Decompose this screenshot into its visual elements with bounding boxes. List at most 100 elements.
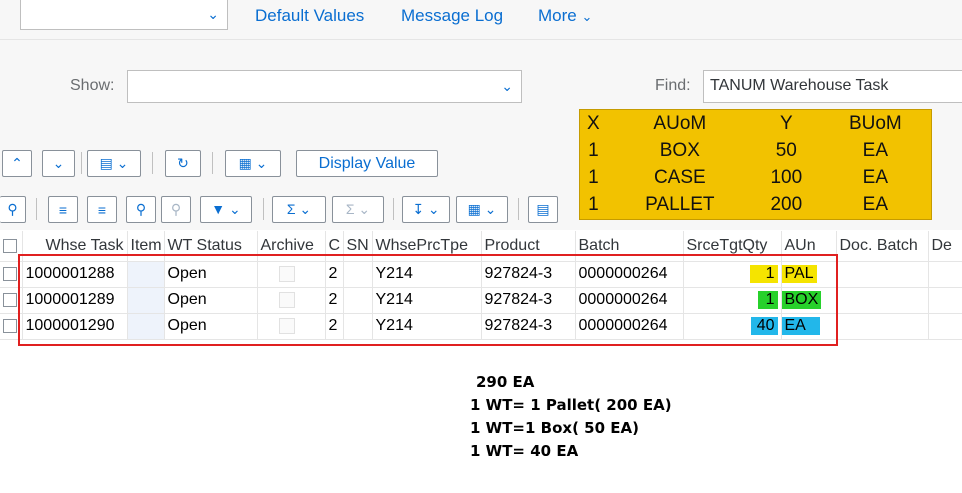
sort-descending-button[interactable]: ≡ xyxy=(87,196,117,223)
archive-cell xyxy=(257,261,326,288)
row-checkbox[interactable] xyxy=(3,292,17,307)
separator xyxy=(263,198,264,220)
sn-cell xyxy=(343,313,373,340)
export-menu-button[interactable]: ↧ ⌄ xyxy=(402,196,450,223)
refresh-icon: ↻ xyxy=(177,155,189,171)
whse-task-cell[interactable]: 1000001290 xyxy=(22,313,128,340)
column-header[interactable]: AUn xyxy=(781,231,837,262)
note-line: 290 EA xyxy=(476,373,535,391)
display-value-button[interactable]: Display Value xyxy=(296,150,438,177)
item-cell xyxy=(127,287,165,314)
aun-cell: BOX xyxy=(781,287,837,314)
table-settings-icon: ▦ ⌄ xyxy=(467,201,497,217)
column-header[interactable]: Item xyxy=(127,231,165,262)
sort-ascending-button[interactable]: ≡ xyxy=(48,196,78,223)
qty-cell: 1 xyxy=(683,261,782,288)
column-header[interactable]: WT Status xyxy=(164,231,258,262)
column-header[interactable]: Whse Task xyxy=(22,231,128,262)
archive-cell xyxy=(257,313,326,340)
column-header[interactable]: WhsePrcTpe xyxy=(372,231,482,262)
whse-task-cell[interactable]: 1000001288 xyxy=(22,261,128,288)
show-select[interactable]: ⌄ xyxy=(127,70,522,103)
table-row[interactable]: 1000001290 Open 2 Y214 927824-3 00000002… xyxy=(0,313,962,340)
sum-icon: Σ ⌄ xyxy=(286,201,312,217)
print-preview-icon: ▤ xyxy=(536,201,550,217)
select-all-cell[interactable] xyxy=(0,231,23,262)
whse-task-cell[interactable]: 1000001289 xyxy=(22,287,128,314)
aun-cell: EA xyxy=(781,313,837,340)
product-cell: 927824-3 xyxy=(481,313,576,340)
de-cell xyxy=(928,287,962,314)
print-preview-button[interactable]: ▤ xyxy=(528,196,558,223)
total-menu-button[interactable]: Σ ⌄ xyxy=(272,196,326,223)
row-checkbox[interactable] xyxy=(3,318,17,333)
select-all-checkbox[interactable] xyxy=(3,238,17,253)
batch-cell: 0000000264 xyxy=(575,313,684,340)
row-select-cell[interactable] xyxy=(0,287,23,314)
layout-icon: ▤ ⌄ xyxy=(99,155,129,171)
chevron-down-icon: ⌄ xyxy=(501,78,513,94)
sn-cell xyxy=(343,287,373,314)
separator xyxy=(393,198,394,220)
archive-checkbox xyxy=(278,317,295,334)
legend-cell: 200 xyxy=(770,193,803,215)
column-header[interactable]: Product xyxy=(481,231,576,262)
column-header[interactable]: SrceTgtQty xyxy=(683,231,782,262)
legend-cell: 1 xyxy=(588,139,599,161)
table-row[interactable]: 1000001288 Open 2 Y214 927824-3 00000002… xyxy=(0,261,962,288)
legend-header: X xyxy=(587,112,600,134)
legend-cell: 100 xyxy=(770,166,803,188)
details-menu-button[interactable]: ▦ ⌄ xyxy=(225,150,281,177)
column-header[interactable]: De xyxy=(928,231,962,262)
archive-checkbox xyxy=(278,291,295,308)
uom-conversion-legend: X AUoM Y BUoM 1 BOX 50 EA 1 CASE 100 EA … xyxy=(579,109,932,220)
doc-batch-cell xyxy=(836,287,929,314)
zoom-button[interactable]: ⚲ xyxy=(0,196,26,223)
aun-cell: PAL xyxy=(781,261,837,288)
row-select-cell[interactable] xyxy=(0,261,23,288)
find-button[interactable]: ⚲ xyxy=(126,196,156,223)
row-select-cell[interactable] xyxy=(0,313,23,340)
c-cell: 2 xyxy=(325,313,344,340)
separator xyxy=(212,152,213,174)
status-cell: Open xyxy=(164,261,258,288)
search-next-icon: ⚲ xyxy=(170,201,182,217)
qty-value: 1 xyxy=(757,291,778,309)
sn-cell xyxy=(343,261,373,288)
legend-header: BUoM xyxy=(848,112,902,134)
table-row[interactable]: 1000001289 Open 2 Y214 927824-3 00000002… xyxy=(0,287,962,314)
row-checkbox[interactable] xyxy=(3,266,17,281)
find-next-button[interactable]: ⚲ xyxy=(161,196,191,223)
filter-menu-button[interactable]: ▼ ⌄ xyxy=(200,196,252,223)
legend-cell: 1 xyxy=(588,193,599,215)
sort-descending-icon: ≡ xyxy=(97,201,107,218)
refresh-button[interactable]: ↻ xyxy=(165,150,201,177)
download-icon: ↧ ⌄ xyxy=(412,201,440,217)
column-header[interactable]: Batch xyxy=(575,231,684,262)
column-header[interactable]: Archive xyxy=(257,231,326,262)
separator xyxy=(81,152,82,174)
message-log-link[interactable]: Message Log xyxy=(401,6,503,26)
find-input[interactable]: TANUM Warehouse Task xyxy=(703,70,962,103)
status-cell: Open xyxy=(164,313,258,340)
column-header[interactable]: SN xyxy=(343,231,373,262)
item-cell xyxy=(127,261,165,288)
column-header[interactable]: Doc. Batch xyxy=(836,231,929,262)
details-icon: ▦ ⌄ xyxy=(238,155,268,171)
column-header[interactable]: C xyxy=(325,231,344,262)
default-values-link[interactable]: Default Values xyxy=(255,6,364,26)
product-cell: 927824-3 xyxy=(481,287,576,314)
scroll-up-button[interactable]: ⌃ xyxy=(2,150,32,177)
sort-ascending-icon: ≡ xyxy=(58,201,68,218)
settings-menu-button[interactable]: ▦ ⌄ xyxy=(456,196,508,223)
variant-select[interactable]: ⌄ xyxy=(20,0,228,30)
more-menu[interactable]: More ⌄ xyxy=(538,6,592,26)
magnifier-icon: ⚲ xyxy=(7,201,18,217)
subtotal-menu-button[interactable]: Σ ⌄ xyxy=(332,196,384,223)
subtotal-icon: Σ ⌄ xyxy=(345,201,371,217)
scroll-down-button[interactable]: ⌄ xyxy=(42,150,75,177)
legend-cell: 1 xyxy=(588,166,599,188)
layout-menu-button[interactable]: ▤ ⌄ xyxy=(87,150,141,177)
de-cell xyxy=(928,261,962,288)
aun-value: EA xyxy=(781,317,820,335)
